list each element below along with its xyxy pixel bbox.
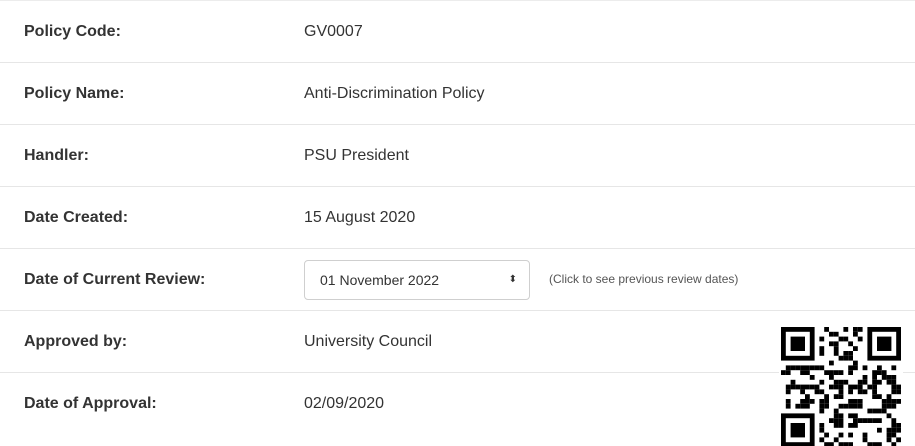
handler-value: PSU President <box>304 147 409 164</box>
policy-code-label: Policy Code: <box>24 23 121 40</box>
sort-arrows-icon: ⬍ <box>508 274 517 285</box>
row-date-of-approval: Date of Approval: 02/09/2020 <box>0 372 915 434</box>
row-date-created: Date Created: 15 August 2020 <box>0 186 915 248</box>
approved-by-value: University Council <box>304 333 433 350</box>
review-dates-hint: (Click to see previous review dates) <box>549 272 739 286</box>
review-date-selected: 01 November 2022 <box>320 272 440 288</box>
date-created-value: 15 August 2020 <box>304 209 416 226</box>
date-current-review-label: Date of Current Review: <box>24 271 206 288</box>
handler-label: Handler: <box>24 147 89 164</box>
policy-details-table: Policy Code: GV0007 Policy Name: Anti-Di… <box>0 0 915 434</box>
approved-by-label: Approved by: <box>24 333 128 350</box>
row-policy-name: Policy Name: Anti-Discrimination Policy <box>0 62 915 124</box>
policy-name-label: Policy Name: <box>24 85 125 102</box>
date-created-label: Date Created: <box>24 209 129 226</box>
policy-code-value: GV0007 <box>304 23 363 40</box>
row-policy-code: Policy Code: GV0007 <box>0 0 915 62</box>
date-of-approval-value: 02/09/2020 <box>304 395 385 412</box>
row-date-current-review: Date of Current Review: 01 November 2022… <box>0 248 915 310</box>
row-handler: Handler: PSU President <box>0 124 915 186</box>
date-of-approval-label: Date of Approval: <box>24 395 157 412</box>
row-approved-by: Approved by: University Council <box>0 310 915 372</box>
policy-name-value: Anti-Discrimination Policy <box>304 85 485 102</box>
qr-code-icon <box>779 327 903 446</box>
review-date-select[interactable]: 01 November 2022 ⬍ <box>304 260 530 300</box>
